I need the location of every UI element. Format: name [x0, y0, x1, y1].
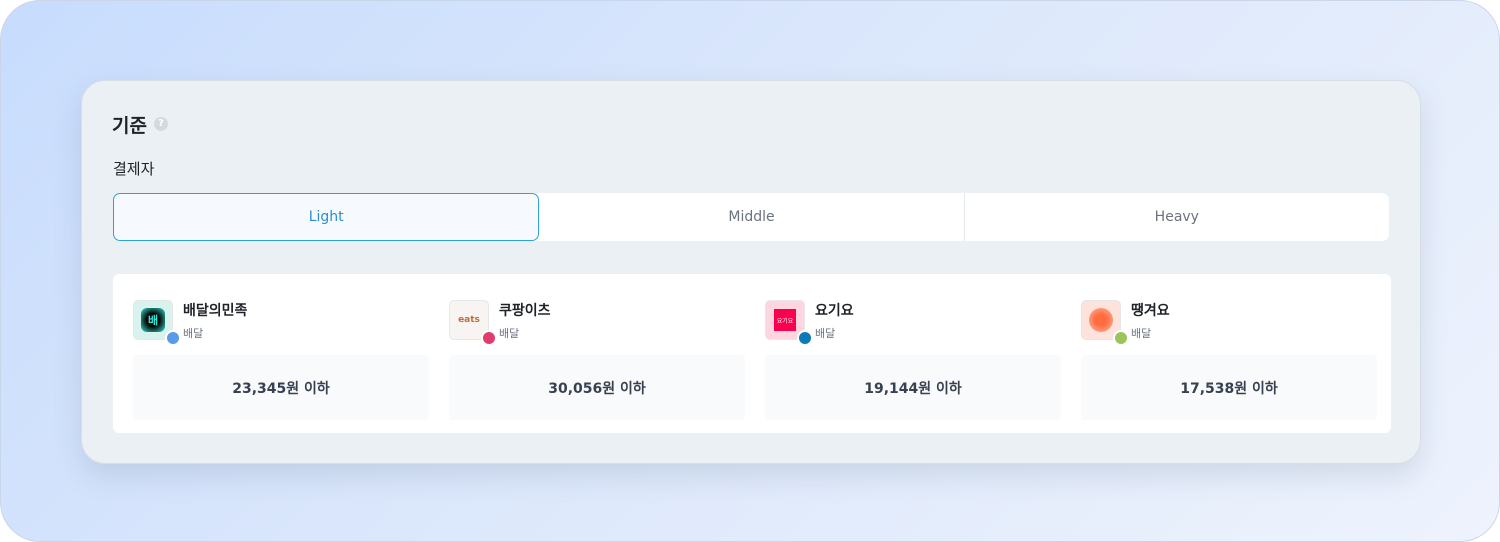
threshold-value: 30,056원 이하 [449, 355, 745, 420]
payer-segment-control: Light Middle Heavy [113, 193, 1389, 241]
question-circle-icon[interactable]: ? [153, 117, 168, 131]
app-category: 배달 [499, 327, 520, 340]
app-header: 요기요 요기요 배달 [765, 300, 1045, 346]
app-name: 요기요 [815, 303, 854, 319]
category-dot-icon [1113, 330, 1129, 346]
threshold-value: 23,345원 이하 [133, 355, 429, 420]
tab-middle[interactable]: Middle [539, 193, 965, 241]
section-header: 기준 ? [112, 111, 168, 137]
app-name: 배달의민족 [183, 303, 248, 319]
section-title: 기준 [112, 114, 147, 137]
app-header: 배 배달의민족 배달 [133, 300, 413, 346]
category-dot-icon [797, 330, 813, 346]
criteria-card: 기준 ? 결제자 Light Middle Heavy 배 배달의민족 배달 2… [81, 80, 1421, 464]
app-name: 땡겨요 [1131, 303, 1170, 319]
app-logo: 요기요 [765, 300, 813, 346]
payer-label: 결제자 [113, 160, 155, 178]
app-category: 배달 [815, 327, 836, 340]
app-header: eats 쿠팡이츠 배달 [449, 300, 729, 346]
category-dot-icon [165, 330, 181, 346]
app-header: 땡겨요 배달 [1081, 300, 1361, 346]
threshold-value: 19,144원 이하 [765, 355, 1061, 420]
category-dot-icon [481, 330, 497, 346]
app-name: 쿠팡이츠 [499, 303, 551, 319]
tab-light[interactable]: Light [113, 193, 540, 241]
app-threshold-panel: 배 배달의민족 배달 23,345원 이하 eats 쿠팡이츠 배달 30,05… [113, 274, 1391, 433]
app-category: 배달 [183, 327, 204, 340]
tab-heavy[interactable]: Heavy [965, 193, 1389, 241]
app-logo: eats [449, 300, 497, 346]
app-logo: 배 [133, 300, 181, 346]
app-category: 배달 [1131, 327, 1152, 340]
threshold-value: 17,538원 이하 [1081, 355, 1377, 420]
background-frame: 기준 ? 결제자 Light Middle Heavy 배 배달의민족 배달 2… [0, 0, 1500, 542]
app-logo [1081, 300, 1129, 346]
